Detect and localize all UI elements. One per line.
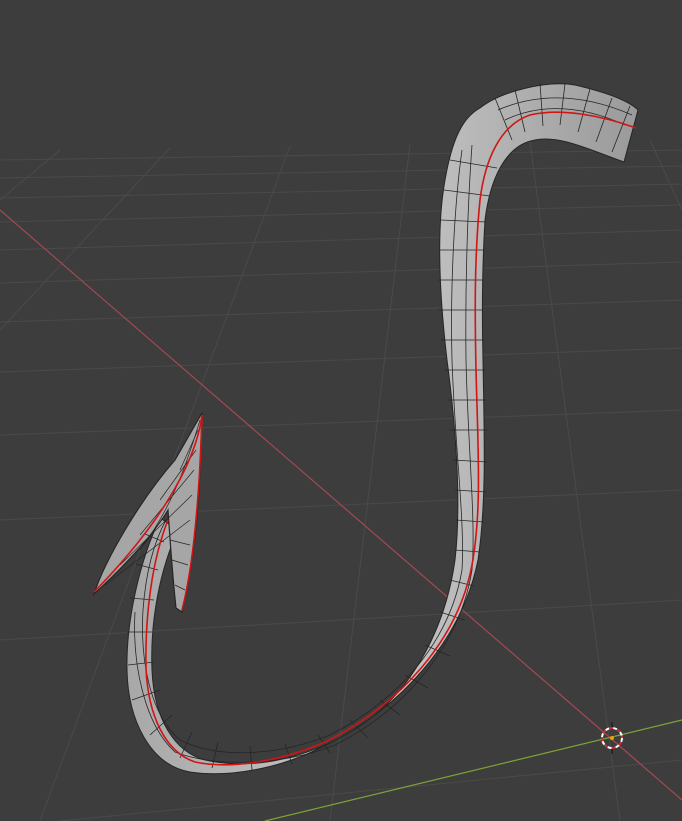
- mesh-wireframe: [127, 82, 633, 771]
- hook-shank[interactable]: [126, 83, 639, 775]
- 3d-viewport[interactable]: [0, 0, 682, 821]
- x-axis-line: [0, 209, 682, 801]
- floor-grid: [0, 139, 682, 821]
- 3d-cursor[interactable]: [601, 722, 623, 754]
- uv-seam-edges: [93, 111, 637, 766]
- y-axis-line: [264, 719, 682, 821]
